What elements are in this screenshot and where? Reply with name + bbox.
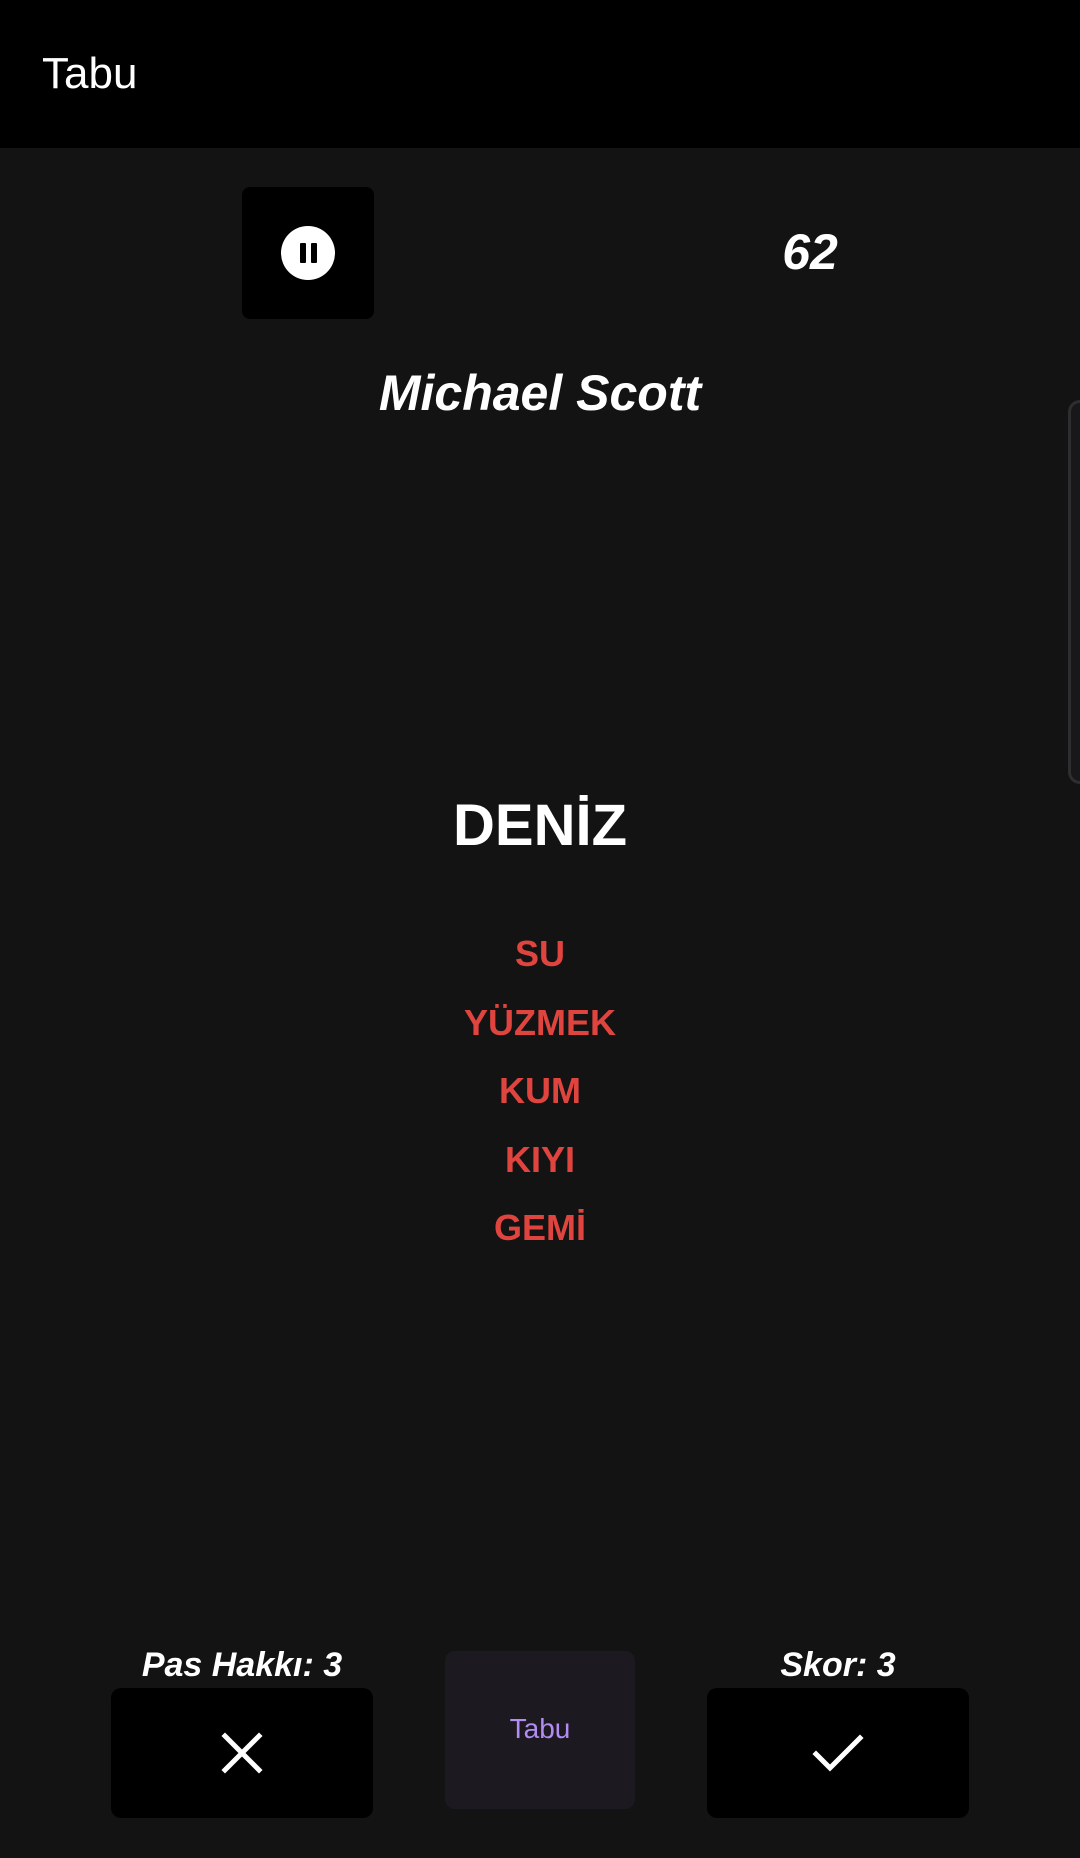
score-label: Skor: 3 — [780, 1646, 896, 1684]
close-icon — [221, 1732, 263, 1774]
pause-bar-right — [310, 243, 317, 263]
pass-count-label: Pas Hakkı: 3 — [141, 1646, 343, 1684]
pass-button[interactable] — [111, 1688, 373, 1818]
pause-bar-left — [299, 243, 306, 263]
taboo-word: KIYI — [504, 1138, 575, 1180]
check-icon — [812, 1734, 864, 1772]
app-bar: Tabu — [0, 0, 1080, 148]
scrollbar-handle[interactable] — [1068, 400, 1080, 784]
taboo-button-label: Tabu — [509, 1713, 571, 1744]
countdown-timer: 62 — [782, 224, 838, 280]
app-title: Tabu — [42, 49, 138, 98]
taboo-word: KUM — [499, 1070, 581, 1111]
taboo-word: YÜZMEK — [464, 1001, 616, 1043]
pause-circle-icon — [281, 226, 335, 280]
correct-button[interactable] — [707, 1688, 969, 1818]
target-word: DENİZ — [453, 793, 627, 858]
taboo-word-list: SU YÜZMEK KUM KIYI GEMİ — [0, 920, 1080, 1263]
taboo-word: GEMİ — [493, 1207, 586, 1248]
taboo-word: SU — [514, 933, 565, 974]
taboo-button[interactable]: Tabu — [445, 1651, 635, 1809]
current-player-name: Michael Scott — [378, 365, 702, 421]
pause-button[interactable] — [242, 187, 374, 319]
